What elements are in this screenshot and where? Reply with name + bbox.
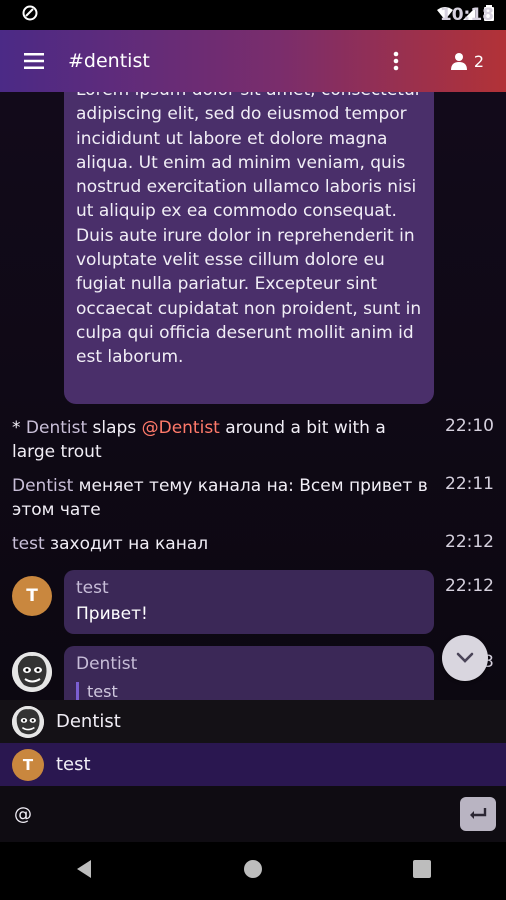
app-bar: #dentist 2 [0,30,506,92]
home-icon [244,860,262,878]
join-text: заходит на канал [44,534,209,554]
avatar[interactable] [12,652,52,692]
avatar-letter: T [22,755,34,774]
suggestion-name: Dentist [56,711,121,732]
channel-title: #dentist [68,50,150,72]
timestamp: 22:12 [445,576,494,596]
more-vert-icon [393,51,399,71]
send-button[interactable] [460,797,496,831]
enter-icon [470,808,487,819]
join-nick[interactable]: test [12,534,45,554]
chevron-down-icon [456,652,474,663]
message-input[interactable] [14,803,434,825]
timestamp: 22:12 [445,532,494,552]
suggestion-name: test [56,754,91,775]
status-time: 10:18 [439,5,494,25]
timestamp: 22:11 [445,474,494,494]
face-avatar-icon [12,652,52,692]
topic-nick[interactable]: Dentist [12,476,73,496]
message-text: Привет! [76,604,148,624]
suggestion-item[interactable]: Dentist [0,700,506,743]
person-icon [450,53,467,70]
mention-suggestions: Dentist T test [0,700,506,786]
hamburger-icon [24,53,44,69]
action-verb: slaps [87,418,142,438]
action-message: * Dentist slaps @Dentist around a bit wi… [12,416,432,464]
message-bubble-long: Lorem ipsum dolor sit amet, consectetur … [64,92,434,404]
face-avatar-icon [12,705,44,738]
chat-list[interactable]: Lorem ipsum dolor sit amet, consectetur … [0,92,506,700]
recents-icon [413,860,431,878]
avatar: T [12,748,44,781]
join-message: test заходит на канал [12,532,208,556]
action-nick[interactable]: Dentist [26,418,87,438]
message-text: Lorem ipsum dolor sit amet, consectetur … [76,92,422,368]
message-author[interactable]: Dentist [76,652,422,676]
users-button[interactable]: 2 [420,52,506,71]
message-bubble: Dentist test [64,646,434,700]
mention[interactable]: @Dentist [142,418,220,438]
avatar-letter: T [26,586,38,606]
topic-text: меняет тему канала на: Всем привет в это… [12,476,428,520]
message-input-bar [0,786,506,842]
back-icon [77,860,91,878]
home-button[interactable] [243,859,263,883]
timestamp: 22:10 [445,416,494,436]
user-count: 2 [473,51,484,71]
recents-button[interactable] [413,860,431,882]
quoted-message[interactable]: test [76,682,422,700]
message-bubble: test Привет! [64,570,434,634]
action-prefix: * [12,418,26,438]
message-author[interactable]: test [76,576,422,600]
menu-button[interactable] [0,30,68,92]
sync-icon [22,5,38,25]
status-bar: 10:18 [0,0,506,30]
topic-message: Dentist меняет тему канала на: Всем прив… [12,474,432,522]
avatar [12,705,44,738]
system-nav-bar [0,842,506,900]
suggestion-item[interactable]: T test [0,743,506,786]
overflow-menu-button[interactable] [372,30,420,92]
avatar[interactable]: T [12,576,52,616]
scroll-to-bottom-button[interactable] [442,635,488,681]
back-button[interactable] [75,859,93,883]
